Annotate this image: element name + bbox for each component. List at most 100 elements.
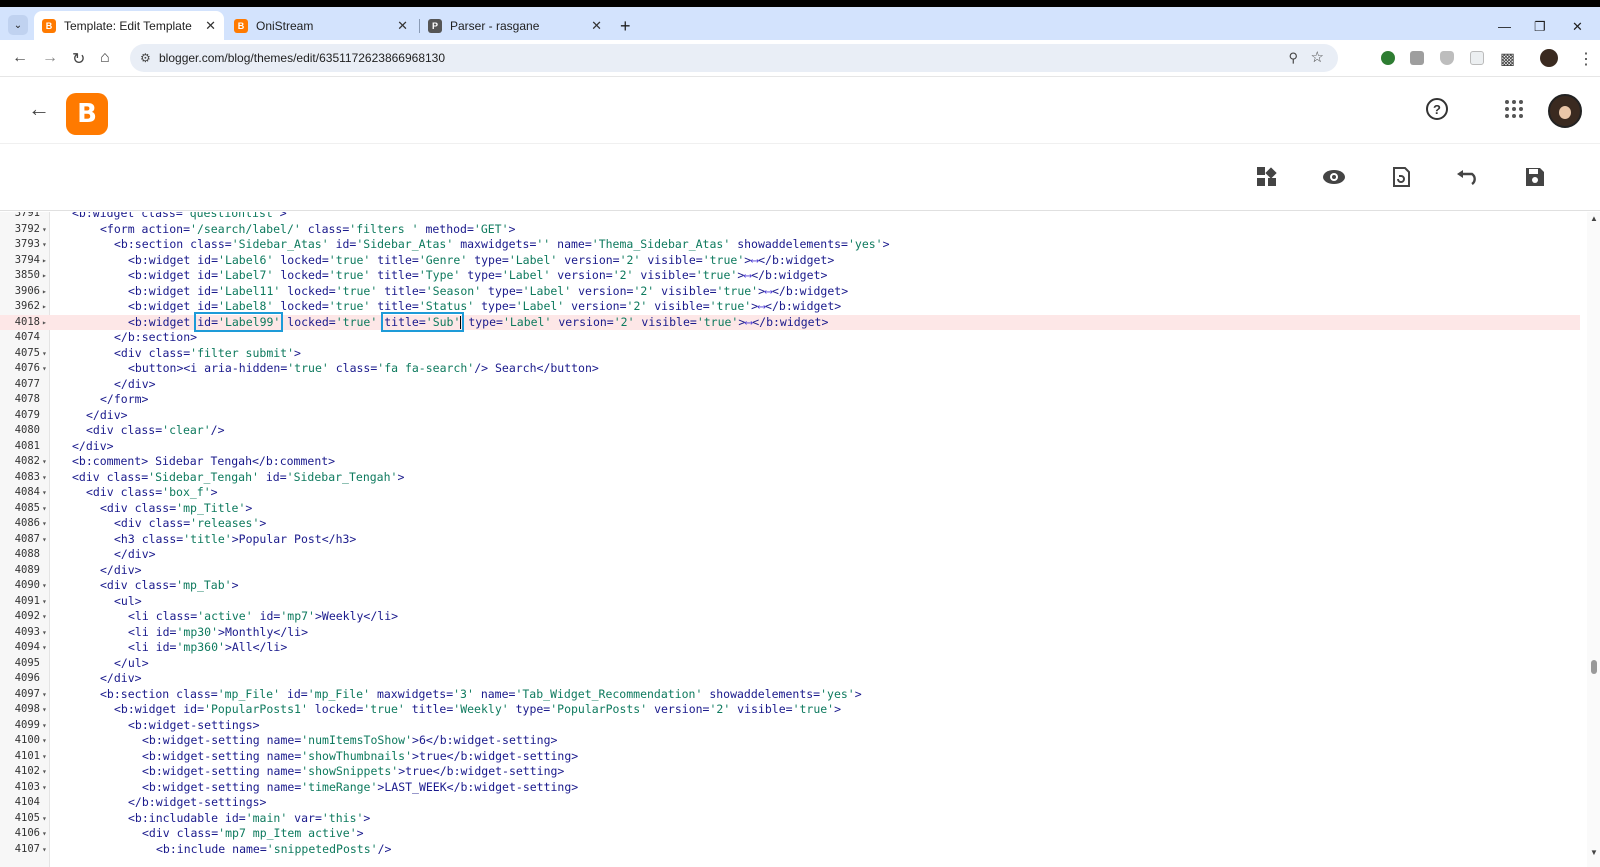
- code-text[interactable]: <b:widget-setting name='showSnippets'>tr…: [142, 764, 564, 780]
- code-line[interactable]: 3850 ▸ <b:widget id='Label7' locked='true'…: [0, 268, 1580, 284]
- code-text[interactable]: <b:widget id='Label7' locked='true' titl…: [128, 268, 827, 284]
- code-editor[interactable]: 3791 <b:widget class='questionlist'> 3792 ▾…: [0, 212, 1600, 867]
- code-text[interactable]: <form action='/search/label/' class='fil…: [100, 222, 515, 238]
- fold-open-icon[interactable]: ▾: [42, 361, 47, 377]
- avatar[interactable]: [1548, 94, 1582, 128]
- browser-menu-icon[interactable]: ⋮: [1578, 49, 1594, 69]
- restore-icon[interactable]: [1388, 164, 1414, 190]
- code-text[interactable]: <b:widget-setting name='timeRange'>LAST_…: [142, 780, 578, 796]
- code-text[interactable]: <b:widget class='questionlist'>: [72, 212, 287, 222]
- code-text[interactable]: <b:includable id='main' var='this'>: [128, 811, 370, 827]
- code-line[interactable]: 4078 </form>: [0, 392, 1580, 408]
- code-line[interactable]: 4097 ▾ <b:section class='mp_File' id='mp_F…: [0, 687, 1580, 703]
- code-text[interactable]: <b:widget id='Label6' locked='true' titl…: [128, 253, 834, 269]
- code-line[interactable]: 4099 ▾ <b:widget-settings>: [0, 718, 1580, 734]
- reload-icon[interactable]: ↻: [72, 49, 85, 69]
- code-text[interactable]: </div>: [100, 563, 142, 579]
- vertical-scrollbar[interactable]: ▲ ▼: [1587, 212, 1600, 867]
- code-line[interactable]: 3962 ▸ <b:widget id='Label8' locked='true'…: [0, 299, 1580, 315]
- code-line[interactable]: 4089 </div>: [0, 563, 1580, 579]
- fold-open-icon[interactable]: ▾: [42, 501, 47, 517]
- preview-icon[interactable]: [1321, 164, 1347, 190]
- code-line[interactable]: 4105 ▾ <b:includable id='main' var='this'>: [0, 811, 1580, 827]
- camera-extension-icon[interactable]: [1410, 51, 1424, 65]
- code-text[interactable]: </b:widget-settings>: [128, 795, 266, 811]
- fold-closed-icon[interactable]: ▸: [42, 284, 47, 300]
- code-text[interactable]: <b:comment> Sidebar Tengah</b:comment>: [72, 454, 335, 470]
- code-text[interactable]: <div class='mp_Title'>: [100, 501, 252, 517]
- back-arrow-icon[interactable]: ←: [28, 96, 50, 122]
- code-line[interactable]: 4074 </b:section>: [0, 330, 1580, 346]
- new-tab-button[interactable]: +: [620, 17, 631, 35]
- url-text[interactable]: blogger.com/blog/themes/edit/63511726238…: [159, 51, 445, 65]
- code-line[interactable]: 4094 ▾ <li id='mp360'>All</li>: [0, 640, 1580, 656]
- back-icon[interactable]: ←: [12, 49, 28, 67]
- code-line[interactable]: 4106 ▾ <div class='mp7 mp_Item active'>: [0, 826, 1580, 842]
- code-text[interactable]: <button><i aria-hidden='true' class='fa …: [128, 361, 599, 377]
- tab-search-button[interactable]: ⌄: [8, 15, 28, 35]
- code-text[interactable]: </b:section>: [114, 330, 197, 346]
- layout-icon[interactable]: [1254, 164, 1280, 190]
- code-text[interactable]: </div>: [100, 671, 142, 687]
- code-text[interactable]: <b:include name='snippetedPosts'/>: [156, 842, 391, 858]
- fold-open-icon[interactable]: ▾: [42, 222, 47, 238]
- fold-closed-icon[interactable]: ▸: [42, 299, 47, 315]
- code-line[interactable]: 4100 ▾ <b:widget-setting name='numItemsToS…: [0, 733, 1580, 749]
- fold-open-icon[interactable]: ▾: [42, 780, 47, 796]
- code-text[interactable]: <b:widget id='Label99' locked='true' tit…: [128, 311, 828, 332]
- fold-open-icon[interactable]: ▾: [42, 454, 47, 470]
- close-icon[interactable]: ✕: [591, 18, 602, 34]
- minimize-icon[interactable]: —: [1498, 19, 1511, 34]
- scroll-down-icon[interactable]: ▼: [1590, 848, 1598, 857]
- code-line[interactable]: 4087 ▾ <h3 class='title'>Popular Post</h3>: [0, 532, 1580, 548]
- code-line[interactable]: 4104 </b:widget-settings>: [0, 795, 1580, 811]
- fold-closed-icon[interactable]: ▸: [42, 268, 47, 284]
- code-text[interactable]: <li id='mp30'>Monthly</li>: [128, 625, 308, 641]
- fold-open-icon[interactable]: ▾: [42, 470, 47, 486]
- code-line[interactable]: 4081 </div>: [0, 439, 1580, 455]
- code-line[interactable]: 4075 ▾ <div class='filter submit'>: [0, 346, 1580, 362]
- code-text[interactable]: <div class='filter submit'>: [114, 346, 301, 362]
- fold-closed-icon[interactable]: ▸: [42, 315, 47, 331]
- shield-extension-icon[interactable]: [1440, 51, 1454, 65]
- code-text[interactable]: <b:widget id='Label8' locked='true' titl…: [128, 299, 841, 315]
- code-line[interactable]: 4083 ▾ <div class='Sidebar_Tengah' id='Sid…: [0, 470, 1580, 486]
- extensions-puzzle-icon[interactable]: ▩: [1500, 49, 1515, 69]
- code-text[interactable]: <b:widget id='Label11' locked='true' tit…: [128, 284, 848, 300]
- b-extension-icon[interactable]: [1470, 51, 1484, 65]
- fold-open-icon[interactable]: ▾: [42, 811, 47, 827]
- code-text[interactable]: <div class='mp7 mp_Item active'>: [142, 826, 364, 842]
- fold-open-icon[interactable]: ▾: [42, 749, 47, 765]
- fold-open-icon[interactable]: ▾: [42, 733, 47, 749]
- code-text[interactable]: <li class='active' id='mp7'>Weekly</li>: [128, 609, 398, 625]
- save-icon[interactable]: [1522, 164, 1548, 190]
- code-line[interactable]: 4018 ▸ <b:widget id='Label99' locked='true…: [0, 311, 1580, 332]
- code-text[interactable]: <ul>: [114, 594, 142, 610]
- code-text[interactable]: <b:widget-settings>: [128, 718, 260, 734]
- code-line[interactable]: 3793 ▾ <b:section class='Sidebar_Atas' id=…: [0, 237, 1580, 253]
- blogger-logo[interactable]: B: [66, 93, 108, 135]
- code-line[interactable]: 4101 ▾ <b:widget-setting name='showThumbna…: [0, 749, 1580, 765]
- undo-icon[interactable]: [1455, 164, 1481, 190]
- bookmark-star-icon[interactable]: ☆: [1311, 48, 1324, 66]
- extension-icon[interactable]: [1381, 51, 1395, 65]
- code-line[interactable]: 4077 </div>: [0, 377, 1580, 393]
- code-line[interactable]: 4076 ▾ <button><i aria-hidden='true' class…: [0, 361, 1580, 377]
- fold-open-icon[interactable]: ▾: [42, 609, 47, 625]
- fold-open-icon[interactable]: ▾: [42, 237, 47, 253]
- code-text[interactable]: <b:section class='mp_File' id='mp_File' …: [100, 687, 862, 703]
- fold-open-icon[interactable]: ▾: [42, 532, 47, 548]
- code-text[interactable]: </form>: [100, 392, 148, 408]
- code-text[interactable]: </div>: [86, 408, 128, 424]
- tab-parser[interactable]: P Parser - rasgane ✕: [420, 11, 610, 40]
- code-line[interactable]: 4098 ▾ <b:widget id='PopularPosts1' locked…: [0, 702, 1580, 718]
- code-text[interactable]: <b:widget-setting name='numItemsToShow'>…: [142, 733, 557, 749]
- code-line[interactable]: 3791 <b:widget class='questionlist'>: [0, 212, 1580, 222]
- tab-template-edit[interactable]: B Template: Edit Template ✕: [34, 11, 224, 40]
- code-text[interactable]: <b:section class='Sidebar_Atas' id='Side…: [114, 237, 890, 253]
- forward-icon[interactable]: →: [42, 49, 58, 67]
- close-icon[interactable]: ✕: [205, 18, 216, 34]
- code-text[interactable]: <div class='box_f'>: [86, 485, 218, 501]
- fold-open-icon[interactable]: ▾: [42, 826, 47, 842]
- fold-open-icon[interactable]: ▾: [42, 346, 47, 362]
